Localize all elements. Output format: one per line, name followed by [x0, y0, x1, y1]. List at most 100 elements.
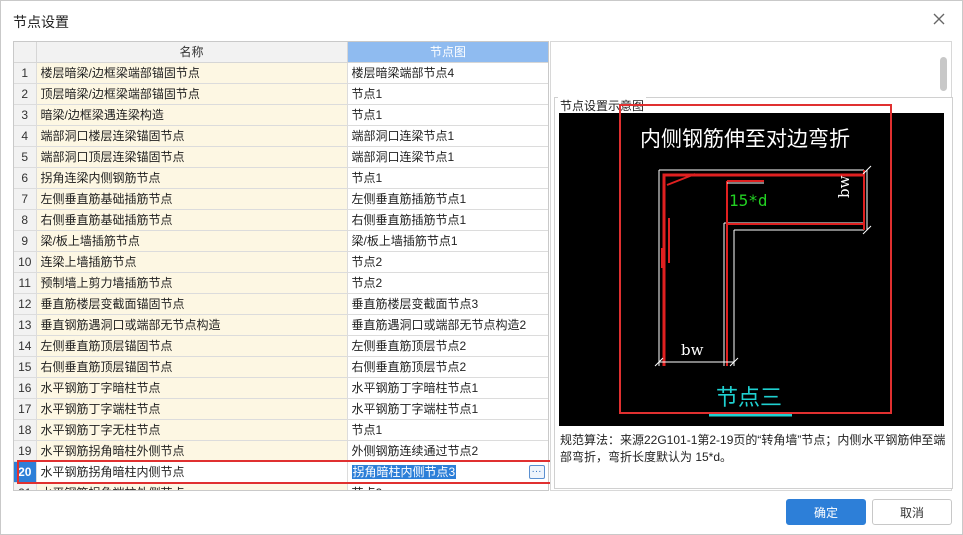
row-node-cell[interactable]: 水平钢筋丁字暗柱节点1: [347, 377, 548, 399]
row-name-cell: 左侧垂直筋基础插筋节点: [36, 188, 348, 210]
table-row[interactable]: 10 连梁上墙插筋节点 节点2: [14, 251, 548, 273]
diagram-title: 内侧钢筋伸至对边弯折: [640, 127, 850, 151]
row-name-cell: 拐角连梁内侧钢筋节点: [36, 167, 348, 189]
row-node-cell[interactable]: 楼层暗梁端部节点4: [347, 62, 548, 84]
row-node-cell[interactable]: 垂直筋楼层变截面节点3: [347, 293, 548, 315]
row-number[interactable]: 2: [14, 83, 37, 105]
row-node-cell[interactable]: 节点1: [347, 419, 548, 441]
row-name-cell: 右侧垂直筋顶层锚固节点: [36, 356, 348, 378]
row-name-cell: 水平钢筋拐角暗柱内侧节点: [36, 461, 348, 483]
table-row[interactable]: 9 梁/板上墙插筋节点 梁/板上墙插筋节点1: [14, 230, 548, 252]
node-label: 节点三: [716, 386, 782, 411]
row-node-cell[interactable]: 节点2: [347, 272, 548, 294]
row-number[interactable]: 19: [14, 440, 37, 462]
header-num: [14, 42, 37, 63]
node-table: 名称 节点图 1 楼层暗梁/边框梁端部锚固节点 楼层暗梁端部节点4 2 顶层暗梁/边框梁…: [13, 41, 549, 491]
scrollbar-thumb[interactable]: [940, 57, 947, 91]
row-node-cell[interactable]: 垂直筋遇洞口或端部无节点构造2: [347, 314, 548, 336]
row-number[interactable]: 21: [14, 482, 37, 490]
row-node-cell[interactable]: 节点2: [347, 251, 548, 273]
table-row[interactable]: 2 顶层暗梁/边框梁端部锚固节点 节点1: [14, 83, 548, 105]
row-number[interactable]: 8: [14, 209, 37, 231]
preview-group-title: 节点设置示意图: [558, 97, 647, 114]
row-node-cell[interactable]: 节点1: [347, 104, 548, 126]
row-name-cell: 水平钢筋拐角暗柱外侧节点: [36, 440, 348, 462]
row-number[interactable]: 12: [14, 293, 37, 315]
row-number[interactable]: 17: [14, 398, 37, 420]
row-number[interactable]: 3: [14, 104, 37, 126]
table-row[interactable]: 14 左侧垂直筋顶层锚固节点 左侧垂直筋顶层节点2: [14, 335, 548, 357]
row-number[interactable]: 4: [14, 125, 37, 147]
node-diagram-svg: 内侧钢筋伸至对边弯折 15*d bw bw 节点三: [640, 127, 872, 417]
table-row[interactable]: 13 垂直钢筋遇洞口或端部无节点构造 垂直筋遇洞口或端部无节点构造2: [14, 314, 548, 336]
preview-description: 规范算法：来源22G101-1第2-19页的“转角墙”节点；内侧水平钢筋伸至端部…: [560, 433, 946, 464]
row-node-cell[interactable]: 右侧垂直筋顶层节点2: [347, 356, 548, 378]
cancel-button[interactable]: 取消: [872, 499, 952, 525]
row-node-cell[interactable]: 节点2: [347, 482, 548, 490]
table-row[interactable]: 21水平钢筋拐角端柱外侧节点节点2: [14, 482, 548, 490]
ok-button[interactable]: 确定: [786, 499, 866, 525]
row-name-cell: 楼层暗梁/边框梁端部锚固节点: [36, 62, 348, 84]
node-diagram: 内侧钢筋伸至对边弯折 15*d bw bw 节点三: [559, 113, 944, 426]
row-name-cell: 预制墙上剪力墙插筋节点: [36, 272, 348, 294]
table-row[interactable]: 4 端部洞口楼层连梁锚固节点 端部洞口连梁节点1: [14, 125, 548, 147]
more-options-button[interactable]: ···: [528, 464, 545, 479]
row-node-cell[interactable]: 节点1: [347, 83, 548, 105]
row-name-cell: 水平钢筋丁字端柱节点: [36, 398, 348, 420]
row-number[interactable]: 7: [14, 188, 37, 210]
table-row[interactable]: 7 左侧垂直筋基础插筋节点 左侧垂直筋插筋节点1: [14, 188, 548, 210]
row-number[interactable]: 13: [14, 314, 37, 336]
table-row[interactable]: 19 水平钢筋拐角暗柱外侧节点 外侧钢筋连续通过节点2: [14, 440, 548, 462]
row-number[interactable]: 16: [14, 377, 37, 399]
row-number[interactable]: 20: [14, 461, 37, 483]
table-row[interactable]: 12 垂直筋楼层变截面锚固节点 垂直筋楼层变截面节点3: [14, 293, 548, 315]
row-name-cell: 端部洞口楼层连梁锚固节点: [36, 125, 348, 147]
header-node-image[interactable]: 节点图: [347, 42, 548, 63]
row-number[interactable]: 9: [14, 230, 37, 252]
row-name-cell: 左侧垂直筋顶层锚固节点: [36, 335, 348, 357]
row-number[interactable]: 10: [14, 251, 37, 273]
row-node-cell[interactable]: 外侧钢筋连续通过节点2: [347, 440, 548, 462]
table-row[interactable]: 8 右侧垂直筋基础插筋节点 右侧垂直筋插筋节点1: [14, 209, 548, 231]
table-row[interactable]: 15 右侧垂直筋顶层锚固节点 右侧垂直筋顶层节点2: [14, 356, 548, 378]
table-row[interactable]: 16 水平钢筋丁字暗柱节点 水平钢筋丁字暗柱节点1: [14, 377, 548, 399]
row-name-cell: 水平钢筋拐角端柱外侧节点: [36, 482, 348, 490]
row-name-cell: 端部洞口顶层连梁锚固节点: [36, 146, 348, 168]
row-node-cell[interactable]: 端部洞口连梁节点1: [347, 125, 548, 147]
selected-node-text[interactable]: 拐角暗柱内侧节点3: [351, 465, 457, 479]
table-header-row: 名称 节点图: [14, 42, 548, 63]
row-name-cell: 连梁上墙插筋节点: [36, 251, 348, 273]
row-number[interactable]: 6: [14, 167, 37, 189]
row-name-cell: 垂直钢筋遇洞口或端部无节点构造: [36, 314, 348, 336]
table-row[interactable]: 11 预制墙上剪力墙插筋节点 节点2: [14, 272, 548, 294]
table-row[interactable]: 5 端部洞口顶层连梁锚固节点 端部洞口连梁节点1: [14, 146, 548, 168]
row-number[interactable]: 1: [14, 62, 37, 84]
row-number[interactable]: 11: [14, 272, 37, 294]
row-number[interactable]: 5: [14, 146, 37, 168]
header-name[interactable]: 名称: [36, 42, 348, 63]
row-node-cell[interactable]: 节点1: [347, 167, 548, 189]
table-row[interactable]: 6 拐角连梁内侧钢筋节点 节点1: [14, 167, 548, 189]
row-node-cell[interactable]: 端部洞口连梁节点1: [347, 146, 548, 168]
row-name-cell: 水平钢筋丁字暗柱节点: [36, 377, 348, 399]
row-name-cell: 暗梁/边框梁遇连梁构造: [36, 104, 348, 126]
row-node-cell[interactable]: 梁/板上墙插筋节点1: [347, 230, 548, 252]
dialog-title: 节点设置: [13, 14, 69, 30]
table-row[interactable]: 3 暗梁/边框梁遇连梁构造 节点1: [14, 104, 548, 126]
label-bw-right: bw: [835, 175, 853, 198]
close-button[interactable]: [930, 10, 948, 28]
row-node-cell[interactable]: 拐角暗柱内侧节点3 ···: [347, 461, 548, 483]
row-number[interactable]: 15: [14, 356, 37, 378]
row-number[interactable]: 18: [14, 419, 37, 441]
row-node-cell[interactable]: 水平钢筋丁字端柱节点1: [347, 398, 548, 420]
row-number[interactable]: 14: [14, 335, 37, 357]
node-settings-dialog: 节点设置 名称 节点图 1 楼层暗梁/边框梁端部锚固节点 楼层暗梁端部节点4 2 顶层暗…: [0, 0, 963, 535]
row-node-cell[interactable]: 右侧垂直筋插筋节点1: [347, 209, 548, 231]
row-node-cell[interactable]: 左侧垂直筋顶层节点2: [347, 335, 548, 357]
row-node-cell[interactable]: 左侧垂直筋插筋节点1: [347, 188, 548, 210]
label-bw-bottom: bw: [681, 341, 704, 359]
table-row[interactable]: 20 水平钢筋拐角暗柱内侧节点 拐角暗柱内侧节点3 ···: [14, 461, 548, 483]
table-row[interactable]: 17 水平钢筋丁字端柱节点 水平钢筋丁字端柱节点1: [14, 398, 548, 420]
table-row[interactable]: 18 水平钢筋丁字无柱节点 节点1: [14, 419, 548, 441]
table-row[interactable]: 1 楼层暗梁/边框梁端部锚固节点 楼层暗梁端部节点4: [14, 62, 548, 84]
